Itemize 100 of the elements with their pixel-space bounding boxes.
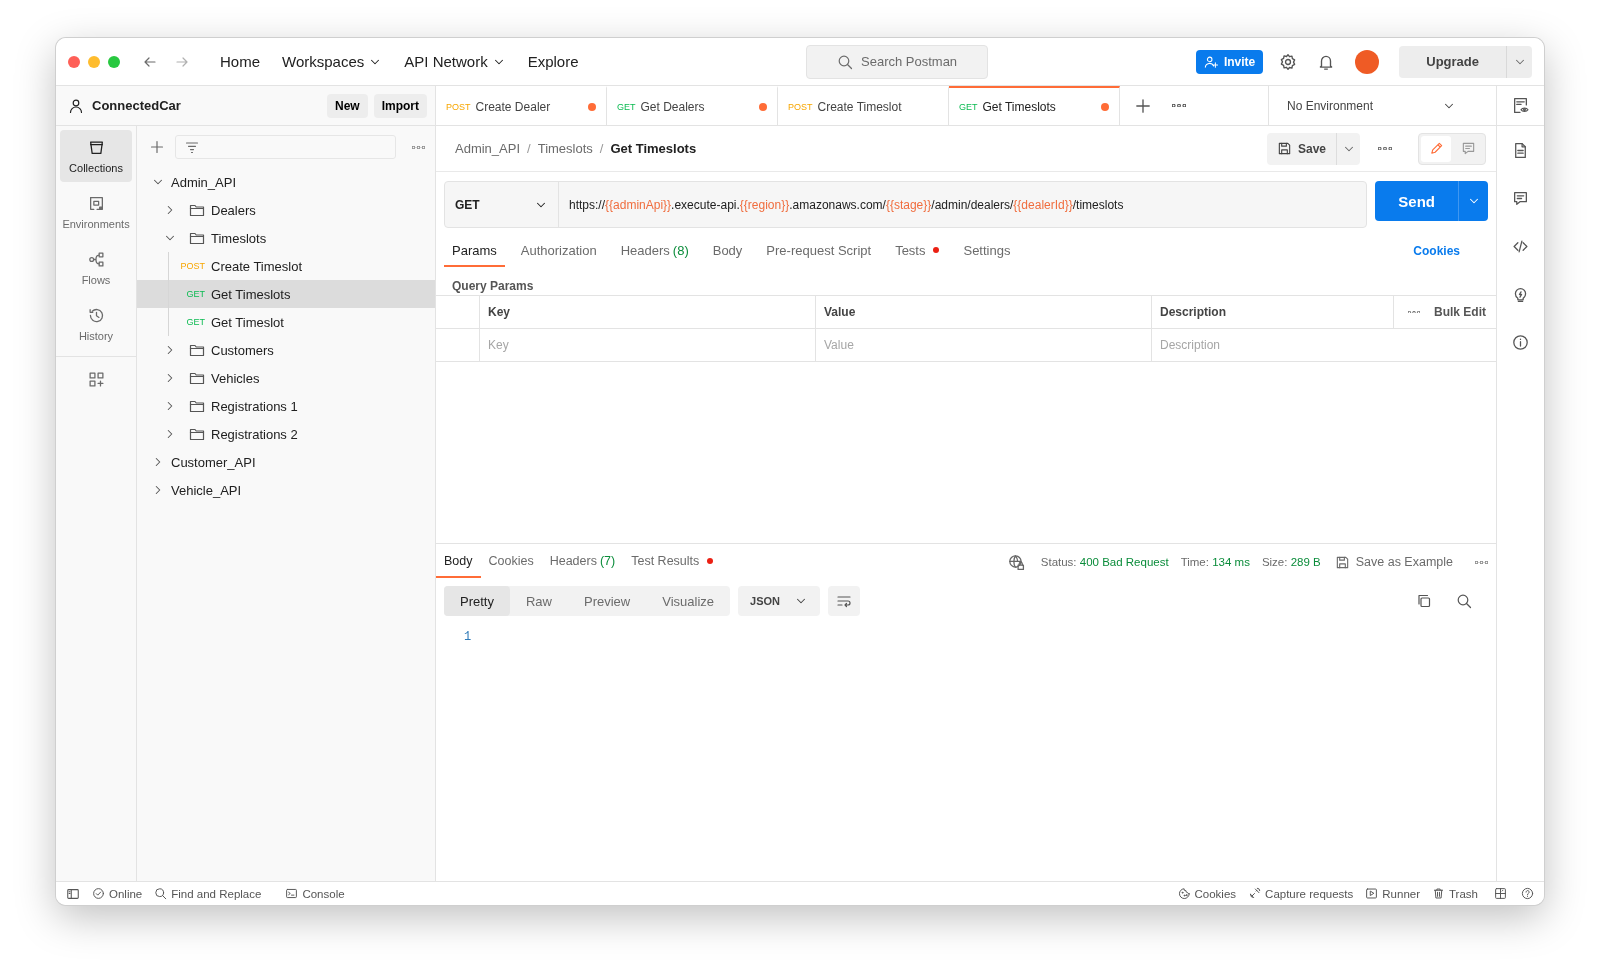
search-placeholder: Search Postman (861, 54, 958, 69)
pencil-icon (1428, 141, 1444, 156)
bulk-edit-link[interactable]: Bulk Edit (1434, 305, 1486, 319)
tree-item[interactable]: Vehicles (137, 364, 435, 392)
sidebar-nav-item[interactable]: Environments (60, 186, 132, 238)
line-number: 1 (464, 630, 472, 644)
sidebar-nav-item[interactable]: Flows (60, 242, 132, 294)
sidebar-panel-icon[interactable] (66, 886, 80, 901)
help-icon[interactable] (1521, 887, 1534, 900)
wrap-lines-button[interactable] (828, 586, 860, 616)
request-name: Get Timeslot (211, 314, 284, 330)
more-icon[interactable] (1172, 103, 1186, 108)
invite-button[interactable]: Invite (1195, 49, 1264, 74)
more-icon[interactable] (1408, 310, 1420, 314)
tree-label: Admin_API (171, 174, 237, 190)
nav-link[interactable]: Explore (521, 49, 585, 74)
document-icon[interactable] (1512, 141, 1529, 159)
sidebar-nav-item[interactable]: History (60, 298, 132, 350)
check-circle-icon (92, 887, 105, 900)
plus-icon[interactable] (149, 139, 165, 155)
tab[interactable]: Settings (955, 235, 1019, 267)
tree-item[interactable]: Vehicle_API (137, 476, 435, 504)
tab-title: Get Dealers (640, 99, 706, 114)
request-item[interactable]: GET Get Timeslots (137, 280, 435, 308)
settings-button[interactable] (1279, 52, 1298, 71)
more-button[interactable] (1378, 146, 1392, 151)
info-icon[interactable] (1512, 333, 1529, 351)
tree-label: Customers (211, 342, 274, 358)
view-mode-button[interactable]: Preview (568, 586, 647, 616)
breadcrumb-item[interactable]: Timeslots (537, 141, 593, 156)
breadcrumb-separator: / (527, 141, 531, 156)
status-bar-item[interactable]: Trash (1432, 887, 1478, 900)
tab[interactable]: Body (436, 546, 481, 578)
tree-label: Dealers (211, 202, 256, 218)
tab[interactable]: Headers (8) (612, 235, 697, 267)
cookie-icon (1177, 887, 1191, 900)
request-item[interactable]: POST Create Timeslot (137, 252, 435, 280)
tab[interactable]: Tests (887, 235, 948, 267)
edit-mode-button[interactable] (1421, 135, 1451, 162)
status-bar-item[interactable]: Find and Replace (154, 887, 262, 900)
status-dot (933, 247, 940, 253)
filter-icon (184, 139, 200, 155)
method-label: GET (185, 317, 205, 327)
tab[interactable]: Params (444, 235, 505, 267)
status-bar-item[interactable]: Cookies (1177, 887, 1237, 900)
status-bar-item[interactable]: Runner (1365, 887, 1420, 900)
close-window-button[interactable] (68, 55, 80, 68)
view-mode-button[interactable]: Pretty (444, 586, 510, 616)
cookies-link[interactable]: Cookies (1407, 243, 1466, 259)
request-item[interactable]: GET Get Timeslot (137, 308, 435, 336)
search-field[interactable]: Search Postman (806, 44, 988, 79)
lightbulb-icon[interactable] (1512, 285, 1529, 303)
request-tab[interactable]: GET Get Timeslots (949, 86, 1120, 125)
tree-item[interactable]: Timeslots (137, 224, 435, 252)
save-as-example-button[interactable]: Save as Example (1328, 553, 1459, 571)
nav-link[interactable]: API Network (398, 49, 512, 74)
view-mode-button[interactable]: Visualize (646, 586, 731, 616)
tab[interactable]: Headers (7) (541, 546, 624, 578)
workspace-name: ConnectedCar (92, 98, 182, 113)
tree-item[interactable]: Customer_API (137, 448, 435, 476)
nav-link[interactable]: Workspaces (276, 49, 389, 74)
tab[interactable]: Cookies (480, 546, 542, 578)
avatar-icon[interactable] (1355, 49, 1380, 74)
tree-item[interactable]: Customers (137, 336, 435, 364)
status-bar-item[interactable]: Capture requests (1248, 887, 1354, 900)
status-bar-item[interactable]: Console (285, 887, 345, 900)
filter-field[interactable] (175, 135, 396, 159)
tab[interactable]: Test Results (623, 546, 722, 578)
search-icon[interactable] (1456, 593, 1472, 609)
workspace-button[interactable]: Import (373, 93, 427, 118)
apps-icon[interactable] (87, 371, 105, 388)
tab[interactable]: Body (704, 235, 751, 267)
status-bar-item[interactable]: Online (92, 887, 143, 900)
eye-document-icon[interactable] (1512, 97, 1529, 114)
tree-item[interactable]: Dealers (137, 196, 435, 224)
tree-label: Vehicle_API (171, 482, 242, 498)
response-meta-label: Time: 134 ms (1180, 556, 1250, 568)
play-icon (1365, 887, 1379, 900)
maximize-window-button[interactable] (108, 55, 120, 68)
plus-icon[interactable] (1134, 96, 1152, 115)
view-mode-button[interactable]: Raw (509, 586, 568, 616)
breadcrumb-separator: / (599, 141, 604, 156)
tree-item[interactable]: Registrations 2 (137, 420, 435, 448)
layout-icon[interactable] (1494, 887, 1507, 900)
sidebar-nav-item[interactable]: Collections (60, 130, 132, 182)
section-title: Query Params (451, 278, 535, 295)
tab-title: Get Timeslots (982, 99, 1057, 114)
copy-icon[interactable] (1416, 593, 1432, 609)
workspace-button[interactable]: New (326, 93, 368, 118)
comment-icon[interactable] (1512, 189, 1529, 207)
column-header: Description (1160, 305, 1226, 319)
tab[interactable]: Authorization (512, 235, 605, 267)
format-dropdown[interactable]: JSON (738, 586, 820, 616)
breadcrumb-item[interactable]: Admin_API (455, 141, 521, 156)
tree-item[interactable]: Registrations 1 (137, 392, 435, 420)
nav-link[interactable]: Home (214, 49, 266, 74)
method-label: GET (617, 101, 636, 112)
tab[interactable]: Pre-request Script (758, 235, 880, 267)
tree-item[interactable]: Admin_API (137, 168, 435, 196)
more-icon[interactable] (1475, 560, 1488, 564)
